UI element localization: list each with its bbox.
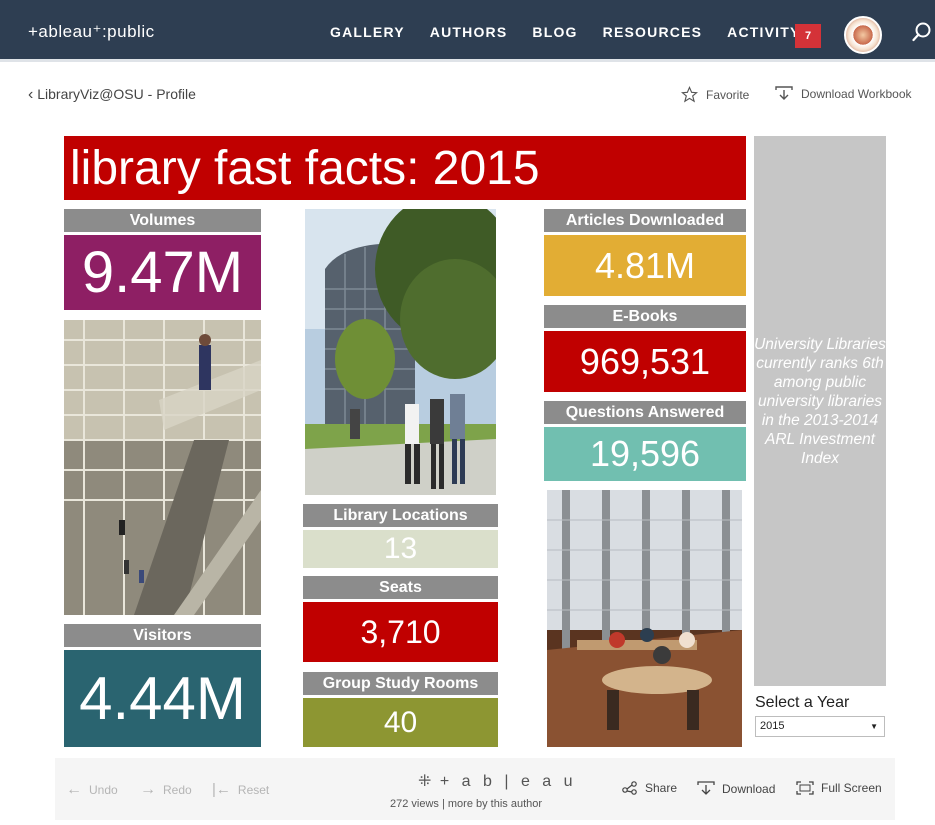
top-nav-bar: +ableau⁺:public GALLERY AUTHORS BLOG RES… [0,0,935,62]
dashboard-title-bar: library fast facts: 2015 [64,136,746,200]
year-filter-label: Select a Year [755,694,850,711]
undo-button[interactable]: ← Undo [66,781,118,799]
redo-button[interactable]: → Redo [140,781,192,799]
full-screen-button[interactable]: Full Screen [796,781,882,795]
reset-icon: |← [212,781,231,798]
download-workbook-button[interactable]: Download Workbook [775,86,912,102]
dropdown-arrow-icon: ▼ [870,722,878,731]
dashboard-title: library fast facts: 2015 [70,142,540,195]
visitors-value: 4.44M [64,650,261,747]
reset-label: Reset [237,782,270,797]
chevron-left-icon: ‹ [28,86,34,103]
undo-label: Undo [89,783,118,797]
questions-answered-label: Questions Answered [544,401,746,424]
ebooks-value: 969,531 [544,331,746,392]
questions-answered-value: 19,596 [544,427,746,481]
arrow-right-icon: → [140,781,156,798]
back-link-label: LibraryViz@OSU - Profile [37,86,196,102]
ebooks-label: E-Books [544,305,746,328]
download-icon [775,86,793,100]
nav-blog[interactable]: BLOG [532,24,577,40]
nav-gallery[interactable]: GALLERY [330,24,405,40]
search-icon[interactable] [912,22,932,42]
year-select[interactable]: 2015 ▼ [755,716,885,737]
arrow-left-icon: ← [66,781,82,798]
volumes-label: Volumes [64,209,261,232]
user-avatar[interactable] [844,16,882,54]
library-building-photo [305,209,496,495]
share-label: Share [645,781,678,795]
views-count-text[interactable]: 272 views | more by this author [390,798,542,810]
full-screen-label: Full Screen [821,781,882,795]
library-atrium-photo [64,320,261,615]
redo-label: Redo [163,783,192,797]
nav-resources[interactable]: RESOURCES [603,24,702,40]
back-to-profile-link[interactable]: ‹ LibraryViz@OSU - Profile [28,86,196,104]
group-study-rooms-label: Group Study Rooms [303,672,498,695]
library-locations-label: Library Locations [303,504,498,527]
nav-activity[interactable]: ACTIVITY [727,24,800,40]
seats-value: 3,710 [303,602,498,662]
favorite-button[interactable]: Favorite [681,86,749,103]
reset-button[interactable]: |← Reset [212,781,269,798]
visitors-label: Visitors [64,624,261,647]
side-note-text: University Libraries currently ranks 6th… [754,336,886,467]
nav-authors[interactable]: AUTHORS [430,24,508,40]
tableau-footer-logo[interactable]: ⁜ + a b | e a u [418,771,577,791]
year-select-value: 2015 [760,720,785,732]
download-label: Download [722,782,776,796]
articles-downloaded-value: 4.81M [544,235,746,296]
articles-downloaded-label: Articles Downloaded [544,209,746,232]
share-icon [622,781,637,795]
seats-label: Seats [303,576,498,599]
tableau-cross-icon: ⁜ [418,773,432,790]
group-study-rooms-value: 40 [303,698,498,747]
reading-room-photo [547,490,742,747]
activity-count-badge[interactable]: 7 [795,24,821,48]
download-workbook-label: Download Workbook [801,87,912,101]
volumes-value: 9.47M [64,235,261,310]
tableau-footer-label: + a b | e a u [439,773,577,790]
share-button[interactable]: Share [622,781,677,795]
library-locations-value: 13 [303,530,498,568]
fullscreen-icon [796,781,814,795]
nav-links: GALLERY AUTHORS BLOG RESOURCES ACTIVITY [330,24,826,40]
favorite-label: Favorite [706,87,750,102]
tableau-public-logo[interactable]: +ableau⁺:public [28,22,155,42]
download-button[interactable]: Download [697,781,775,797]
star-icon [681,86,698,103]
download-icon [697,781,715,795]
